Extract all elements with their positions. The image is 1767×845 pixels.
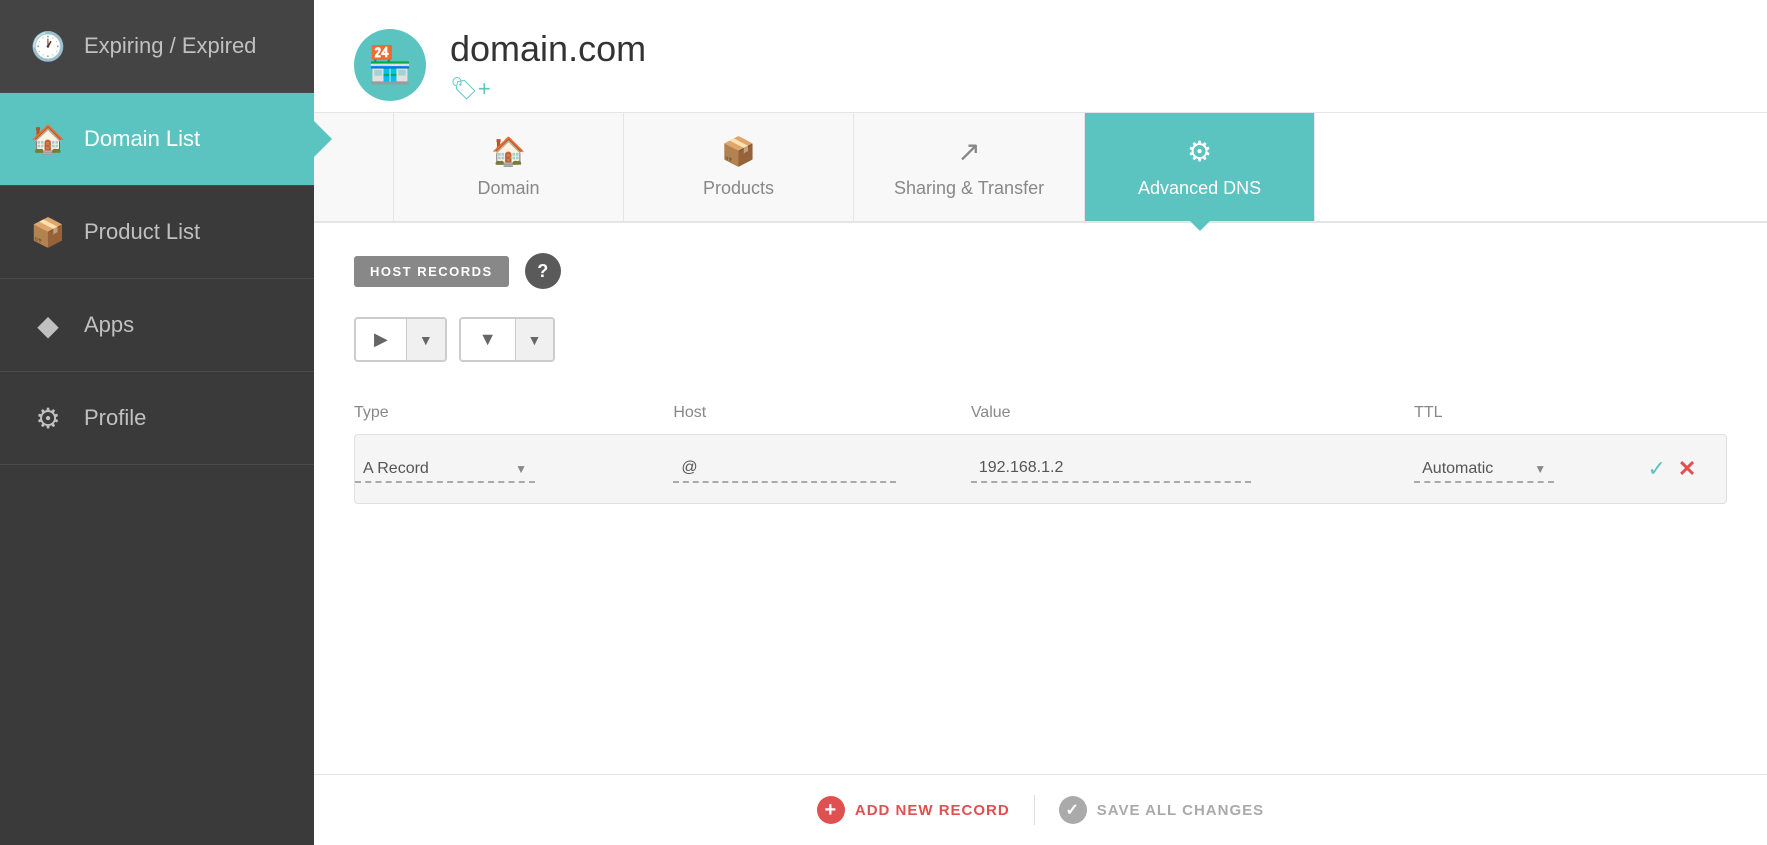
bottom-bar: + ADD NEW RECORD ✓ SAVE ALL CHANGES: [314, 774, 1767, 845]
save-changes-label: SAVE ALL CHANGES: [1097, 802, 1264, 819]
record-ttl-cell: Automatic: [1398, 434, 1631, 504]
sidebar-item-domain-list[interactable]: 🏠 Domain List: [0, 93, 314, 186]
col-type: Type: [354, 392, 657, 434]
col-value: Value: [955, 392, 1398, 434]
host-records-badge: HOST RECORDS: [354, 256, 509, 287]
dns-table-header: Type Host Value TTL: [354, 392, 1727, 434]
sidebar-item-apps-label: Apps: [84, 312, 134, 338]
help-button[interactable]: ?: [525, 253, 561, 289]
dns-records-table: Type Host Value TTL A Record: [354, 392, 1727, 504]
sidebar-item-product-list[interactable]: 📦 Product List: [0, 186, 314, 279]
dns-content: HOST RECORDS ? ▶ ▼ ▼ ▼ Type Host Value T…: [314, 223, 1767, 774]
record-type-wrapper[interactable]: A Record: [355, 456, 535, 483]
filter-button-group[interactable]: ▼ ▼: [459, 317, 556, 362]
tab-sharing-icon: ↗: [957, 135, 980, 168]
filter-dropdown-arrow[interactable]: ▼: [515, 319, 554, 360]
button-separator: [1034, 795, 1035, 825]
tab-domain-label: Domain: [477, 178, 539, 199]
tab-sharing-label: Sharing & Transfer: [894, 178, 1044, 199]
sidebar-item-expiring[interactable]: 🕐 Expiring / Expired: [0, 0, 314, 93]
tab-dns-icon: ⚙: [1187, 135, 1212, 168]
tab-domain[interactable]: 🏠 Domain: [394, 113, 624, 221]
domain-title-area: domain.com 🏷+: [450, 28, 646, 102]
tab-advanced-dns-label: Advanced DNS: [1138, 178, 1261, 199]
action-buttons: ▶ ▼ ▼ ▼: [354, 317, 1727, 362]
table-header-row: Type Host Value TTL: [354, 392, 1727, 434]
domain-logo: 🏪: [354, 29, 426, 101]
record-type-select[interactable]: A Record: [355, 456, 535, 483]
home-icon: 🏠: [30, 121, 66, 157]
tab-products[interactable]: 📦 Products: [624, 113, 854, 221]
add-icon: +: [817, 796, 845, 824]
record-actions-cell: ✓ ✕: [1631, 434, 1727, 504]
save-icon: ✓: [1059, 796, 1087, 824]
box-icon: 📦: [30, 214, 66, 250]
gear-icon: ⚙: [30, 400, 66, 436]
dns-table-body: A Record Automatic: [354, 434, 1727, 504]
section-header: HOST RECORDS ?: [354, 253, 1727, 289]
domain-header: 🏪 domain.com 🏷+: [314, 0, 1767, 113]
record-ttl-wrapper[interactable]: Automatic: [1414, 456, 1554, 483]
sidebar-item-domain-list-label: Domain List: [84, 126, 200, 152]
sidebar-item-product-list-label: Product List: [84, 219, 200, 245]
clock-icon: 🕐: [30, 28, 66, 64]
play-button[interactable]: ▶: [356, 319, 406, 360]
save-all-changes-button[interactable]: ✓ SAVE ALL CHANGES: [1059, 796, 1264, 824]
record-value-input[interactable]: [971, 455, 1251, 483]
sidebar-item-profile[interactable]: ⚙ Profile: [0, 372, 314, 465]
record-host-input[interactable]: [673, 455, 896, 483]
sidebar-item-expiring-label: Expiring / Expired: [84, 33, 256, 59]
tab-advanced-dns[interactable]: ⚙ Advanced DNS: [1085, 113, 1315, 221]
domain-name: domain.com: [450, 28, 646, 70]
sidebar-item-profile-label: Profile: [84, 405, 146, 431]
tag-add-icon[interactable]: 🏷+: [450, 76, 646, 102]
col-ttl: TTL: [1398, 392, 1631, 434]
sidebar: 🕐 Expiring / Expired 🏠 Domain List 📦 Pro…: [0, 0, 314, 845]
col-host: Host: [657, 392, 954, 434]
record-ttl-select[interactable]: Automatic: [1414, 456, 1554, 483]
row-actions: ✓ ✕: [1647, 456, 1710, 482]
tab-products-label: Products: [703, 178, 774, 199]
play-dropdown-arrow[interactable]: ▼: [406, 319, 445, 360]
diamond-icon: ◆: [30, 307, 66, 343]
record-value-cell: [955, 434, 1398, 504]
tab-sharing[interactable]: ↗ Sharing & Transfer: [854, 113, 1085, 221]
record-type-cell: A Record: [354, 434, 657, 504]
cancel-icon[interactable]: ✕: [1678, 456, 1696, 482]
table-row: A Record Automatic: [354, 434, 1727, 504]
tab-bar: 🏠 Domain 📦 Products ↗ Sharing & Transfer…: [314, 113, 1767, 223]
store-icon: 🏪: [368, 44, 413, 86]
main-content: 🏪 domain.com 🏷+ 🏠 Domain 📦 Products ↗ Sh…: [314, 0, 1767, 845]
tab-products-icon: 📦: [721, 135, 756, 168]
record-host-cell: [657, 434, 954, 504]
add-record-label: ADD NEW RECORD: [855, 802, 1010, 819]
play-button-group[interactable]: ▶ ▼: [354, 317, 447, 362]
add-new-record-button[interactable]: + ADD NEW RECORD: [817, 796, 1010, 824]
sidebar-item-apps[interactable]: ◆ Apps: [0, 279, 314, 372]
col-actions: [1631, 392, 1727, 434]
confirm-icon[interactable]: ✓: [1647, 456, 1665, 482]
tab-domain-icon: 🏠: [491, 135, 526, 168]
filter-button[interactable]: ▼: [461, 319, 515, 360]
